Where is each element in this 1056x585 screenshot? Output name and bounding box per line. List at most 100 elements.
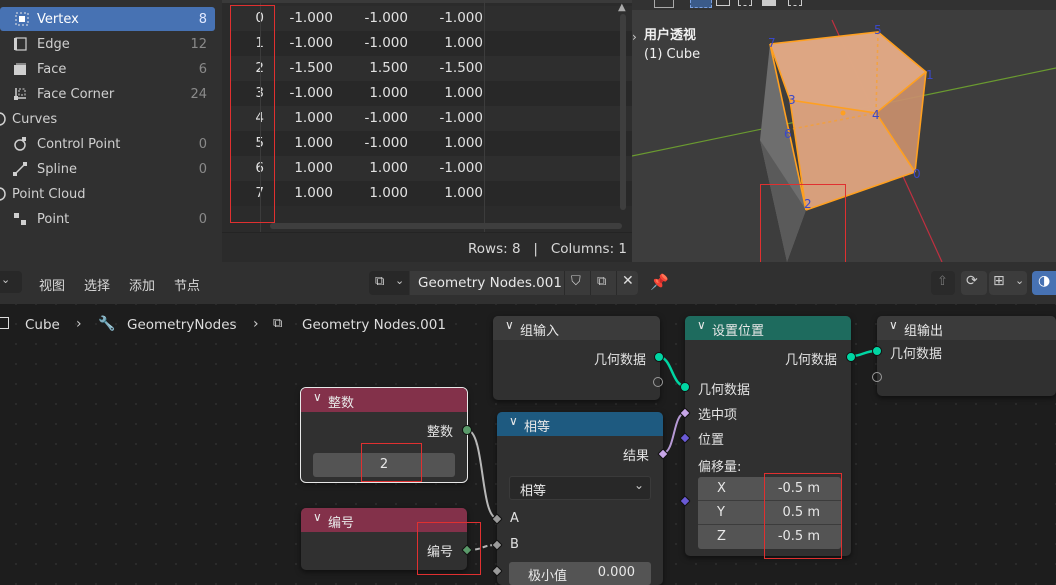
geometry-output-socket[interactable] bbox=[846, 352, 856, 362]
menu-node[interactable]: 节点 bbox=[174, 275, 200, 294]
cell-y: -1.000 bbox=[364, 10, 408, 26]
horizontal-scrollbar[interactable] bbox=[270, 223, 622, 229]
tree-item-curves[interactable]: Curves bbox=[0, 107, 215, 131]
epsilon-field[interactable]: 极小值 0.000 bbox=[509, 562, 651, 585]
tree-item-count: 8 bbox=[198, 11, 207, 27]
chevron-down-icon[interactable]: ∨ bbox=[509, 414, 518, 428]
socket-label: 几何数据 bbox=[698, 383, 751, 398]
node-editor-header: ⌄ 视图 选择 添加 节点 ⧉ ⌄ Geometry Nodes.001 ⛉ ⧉… bbox=[0, 262, 1056, 304]
geometry-input-socket[interactable] bbox=[680, 382, 690, 392]
tree-item-count: 0 bbox=[198, 136, 207, 152]
tree-item-control-point[interactable]: Control Point 0 bbox=[0, 132, 215, 156]
vertex-icon bbox=[14, 11, 30, 27]
tree-item-face[interactable]: Face 6 bbox=[0, 57, 215, 81]
overlay-toggle[interactable]: ◑ bbox=[1032, 271, 1056, 295]
select-mode-icon[interactable] bbox=[762, 0, 776, 6]
integer-output-socket[interactable] bbox=[462, 425, 472, 435]
cell-z: -1.000 bbox=[439, 10, 483, 26]
node-tree-browse-button[interactable]: ⧉ ⌄ bbox=[369, 271, 409, 295]
chevron-down-icon[interactable]: ∨ bbox=[313, 390, 322, 404]
tree-item-label: Spline bbox=[37, 161, 77, 177]
snap-mode-dropdown[interactable]: ⊞ ⌄ bbox=[989, 271, 1027, 295]
scroll-up-arrow-icon[interactable]: ▲ bbox=[618, 2, 626, 13]
axis-label: Z bbox=[717, 529, 726, 544]
menu-select[interactable]: 选择 bbox=[84, 275, 110, 294]
group-input-node[interactable]: ∨ 组输入 几何数据 bbox=[493, 316, 664, 400]
annotation-box-vertex bbox=[760, 184, 846, 262]
rows-columns-status: Rows: 8 | Columns: 1 bbox=[468, 241, 627, 257]
tree-item-face-corner[interactable]: Face Corner 24 bbox=[0, 82, 215, 106]
tree-item-edge[interactable]: Edge 12 bbox=[0, 32, 215, 56]
geometry-output-socket[interactable] bbox=[654, 352, 664, 362]
vertex-label-7: 7 bbox=[768, 36, 776, 50]
overlay-icon: ◑ bbox=[1038, 273, 1051, 289]
3d-viewport[interactable]: 0 1 2 3 4 5 6 7 › 用户透视 (1) Cube bbox=[632, 0, 1056, 262]
vertex-label-1: 1 bbox=[926, 68, 934, 82]
tree-item-vertex[interactable]: Vertex 8 bbox=[0, 7, 215, 31]
chevron-down-icon: ⌄ bbox=[1, 273, 11, 286]
chevron-down-icon[interactable]: ∨ bbox=[697, 318, 706, 332]
point-icon bbox=[12, 211, 28, 227]
unlink-button[interactable]: ✕ bbox=[616, 271, 638, 295]
duplicate-button[interactable]: ⧉ bbox=[590, 271, 616, 295]
axis-label: X bbox=[717, 481, 726, 496]
select-mode-icon[interactable] bbox=[738, 0, 752, 6]
view-name: 用户透视 bbox=[644, 28, 697, 43]
tree-item-point-cloud[interactable]: Point Cloud bbox=[0, 182, 215, 206]
tree-item-spline[interactable]: Spline 0 bbox=[0, 157, 215, 181]
socket-label: 结果 bbox=[622, 449, 649, 464]
close-icon: ✕ bbox=[622, 273, 634, 289]
grid-snap-icon: ⊞ bbox=[993, 273, 1005, 289]
snap-toggle[interactable]: ⟳ bbox=[961, 271, 987, 295]
tree-item-count: 6 bbox=[198, 61, 207, 77]
select-mode-icon[interactable] bbox=[716, 0, 730, 6]
select-box-icon[interactable] bbox=[690, 0, 712, 8]
node-header[interactable]: ∨ 组输出 bbox=[877, 316, 1056, 340]
select-mode-icon[interactable] bbox=[788, 0, 802, 6]
group-output-node[interactable]: ∨ 组输出 几何数据 bbox=[872, 316, 1056, 396]
tree-item-label: Edge bbox=[37, 36, 70, 52]
parent-tree-button[interactable]: ⇧ bbox=[931, 271, 955, 295]
object-origin bbox=[840, 110, 846, 116]
vertex-label-3: 3 bbox=[788, 93, 796, 107]
pin-icon[interactable]: 📌 bbox=[650, 273, 669, 291]
column-divider bbox=[484, 0, 485, 232]
node-header[interactable]: ∨ 相等 bbox=[497, 412, 663, 436]
node-header[interactable]: ∨ 组输入 bbox=[493, 316, 660, 340]
node-tree-name-field[interactable]: Geometry Nodes.001 bbox=[410, 271, 564, 295]
menu-view[interactable]: 视图 bbox=[39, 275, 65, 294]
node-header[interactable]: ∨ 设置位置 bbox=[685, 316, 851, 340]
spline-icon bbox=[12, 161, 28, 177]
node-title: 相等 bbox=[524, 420, 551, 435]
compare-mode-dropdown[interactable]: 相等 ⌄ bbox=[509, 476, 651, 500]
chevron-down-icon[interactable]: ∨ bbox=[889, 318, 898, 332]
sidebar-expand-chevron-icon[interactable]: › bbox=[632, 30, 637, 44]
active-object-name: (1) Cube bbox=[644, 47, 701, 62]
node-header[interactable]: ∨ 整数 bbox=[301, 388, 467, 412]
node-canvas[interactable]: Cube › 🔧 GeometryNodes › ⧉ Geometry Node… bbox=[0, 304, 1056, 585]
chevron-down-icon[interactable]: ∨ bbox=[505, 318, 514, 332]
chevron-down-icon: ⌄ bbox=[1015, 274, 1025, 287]
annotation-box-index bbox=[417, 522, 481, 575]
empty-input-socket[interactable] bbox=[872, 372, 882, 382]
cell-z: 1.000 bbox=[444, 35, 483, 51]
vertical-scrollbar[interactable] bbox=[620, 14, 626, 210]
fake-user-button[interactable]: ⛉ bbox=[564, 271, 590, 295]
tree-item-count: 0 bbox=[198, 211, 207, 227]
cell-y: 1.500 bbox=[369, 60, 408, 76]
geometry-input-socket[interactable] bbox=[872, 346, 882, 356]
toolbar-icon[interactable] bbox=[654, 0, 674, 8]
node-title: 组输入 bbox=[520, 324, 560, 339]
menu-add[interactable]: 添加 bbox=[129, 275, 155, 294]
compare-node[interactable]: ∨ 相等 结果 相等 ⌄ A B 极小值 0.000 bbox=[491, 412, 669, 585]
compare-mode-value: 相等 bbox=[520, 484, 547, 499]
chevron-down-icon: ⌄ bbox=[395, 274, 405, 287]
cell-y: 1.000 bbox=[369, 160, 408, 176]
tree-item-point[interactable]: Point 0 bbox=[0, 207, 215, 231]
spreadsheet-table: 0 -1.000 -1.000 -1.000 1 -1.000 -1.000 1… bbox=[222, 0, 706, 262]
chevron-down-icon[interactable]: ∨ bbox=[313, 510, 322, 524]
empty-output-socket[interactable] bbox=[653, 377, 663, 387]
arrow-up-icon: ⇧ bbox=[937, 274, 948, 289]
editor-type-dropdown[interactable]: ⌄ bbox=[0, 271, 22, 293]
socket-label: A bbox=[510, 511, 519, 526]
